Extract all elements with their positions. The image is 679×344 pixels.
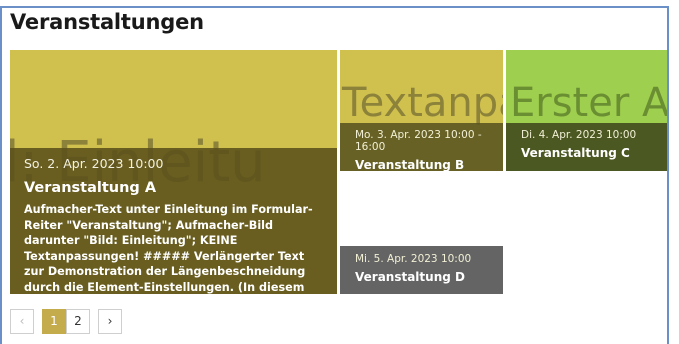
prev-page-button[interactable]: ‹ [10, 309, 34, 334]
content-frame-left-border [0, 6, 2, 344]
event-title[interactable]: Veranstaltung C [521, 146, 652, 160]
event-info-panel: Mi. 5. Apr. 2023 10:00 Veranstaltung D [340, 246, 503, 294]
page-button-2[interactable]: 2 [66, 309, 90, 334]
page-title: Veranstaltungen [10, 10, 204, 34]
event-card-d[interactable]: Mi. 5. Apr. 2023 10:00 Veranstaltung D [340, 246, 503, 294]
event-card-b[interactable]: Textanpas Mo. 3. Apr. 2023 10:00 - 16:00… [340, 50, 503, 171]
event-image-text: Erster Ab [510, 80, 667, 126]
next-page-button[interactable]: › [98, 309, 122, 334]
event-info-panel: So. 2. Apr. 2023 10:00 Veranstaltung A A… [10, 148, 337, 294]
event-description: Aufmacher-Text unter Einleitung im Formu… [24, 203, 313, 294]
event-card-a[interactable]: d: Einleitu So. 2. Apr. 2023 10:00 Veran… [10, 50, 337, 294]
page-button-1[interactable]: 1 [42, 309, 66, 334]
event-date: So. 2. Apr. 2023 10:00 [24, 156, 164, 171]
event-image-text: Textanpas [342, 80, 503, 126]
event-title[interactable]: Veranstaltung B [355, 158, 488, 171]
event-date: Mi. 5. Apr. 2023 10:00 [355, 253, 472, 265]
event-date: Mo. 3. Apr. 2023 10:00 - 16:00 [355, 129, 482, 153]
event-info-panel: Di. 4. Apr. 2023 10:00 Veranstaltung C [506, 123, 667, 171]
event-title[interactable]: Veranstaltung D [355, 270, 488, 284]
event-card-c[interactable]: Erster Ab Di. 4. Apr. 2023 10:00 Veranst… [506, 50, 667, 171]
event-title[interactable]: Veranstaltung A [24, 180, 323, 196]
event-date: Di. 4. Apr. 2023 10:00 [521, 129, 637, 141]
event-info-panel: Mo. 3. Apr. 2023 10:00 - 16:00 Veranstal… [340, 123, 503, 171]
